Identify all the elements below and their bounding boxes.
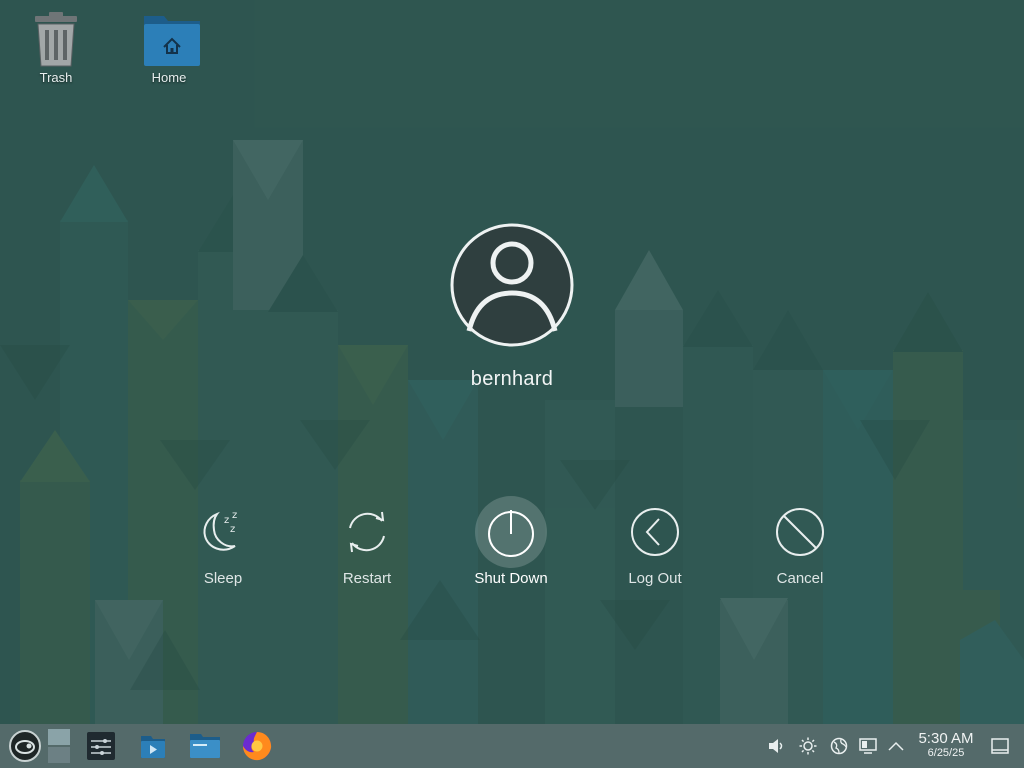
logout-dim-overlay <box>0 0 1024 724</box>
desktop-icon-home[interactable]: Home <box>124 12 214 85</box>
taskbar-app-system-settings[interactable] <box>84 724 118 768</box>
volume-button[interactable] <box>767 724 787 768</box>
digital-clock[interactable]: 5:30 AM 6/25/25 <box>906 730 986 760</box>
brightness-button[interactable] <box>797 724 819 768</box>
display-icon <box>859 738 877 754</box>
application-launcher-button[interactable] <box>6 724 44 768</box>
system-settings-icon <box>87 732 115 760</box>
brightness-icon <box>799 737 817 755</box>
taskbar <box>0 724 1024 768</box>
clock-date: 6/25/25 <box>927 747 965 759</box>
volume-icon <box>769 739 783 753</box>
log-out-button[interactable]: Log Out <box>600 496 710 587</box>
user-avatar <box>450 223 574 347</box>
restart-icon <box>349 511 385 553</box>
svg-text:z: z <box>232 510 237 521</box>
username-label: bernhard <box>470 368 554 390</box>
show-desktop-button[interactable] <box>988 724 1012 768</box>
taskbar-app-discover[interactable] <box>136 724 170 768</box>
cancel-label: Cancel <box>776 570 824 587</box>
logout-arrow-icon <box>631 508 679 556</box>
pager-icon <box>48 729 70 763</box>
opensuse-launcher-icon <box>9 730 41 762</box>
firefox-icon <box>243 732 272 761</box>
cancel-icon <box>776 508 824 556</box>
desktop-icon-label: Trash <box>39 70 73 85</box>
trash-icon <box>29 12 83 67</box>
sleep-label: Sleep <box>203 570 243 587</box>
sleep-button[interactable]: z z z Sleep <box>168 496 278 587</box>
power-icon <box>488 510 534 557</box>
shut-down-label: Shut Down <box>474 570 548 587</box>
restart-button[interactable]: Restart <box>312 496 422 587</box>
clock-time: 5:30 AM <box>918 730 974 747</box>
home-folder-icon <box>142 12 200 66</box>
taskbar-app-file-manager[interactable] <box>187 724 223 768</box>
display-button[interactable] <box>857 724 879 768</box>
desktop-icon-trash[interactable]: Trash <box>11 12 101 85</box>
expand-tray-icon <box>888 741 904 751</box>
cancel-button[interactable]: Cancel <box>745 496 855 587</box>
desktop-icon-label: Home <box>151 70 187 85</box>
restart-label: Restart <box>342 570 392 587</box>
svg-text:z: z <box>230 524 235 535</box>
network-button[interactable] <box>828 724 850 768</box>
sleep-moon-icon: z z z <box>203 510 237 551</box>
show-desktop-icon <box>991 738 1009 754</box>
shut-down-button[interactable]: Shut Down <box>456 496 566 587</box>
expand-system-tray-button[interactable] <box>886 724 906 768</box>
log-out-label: Log Out <box>628 570 682 587</box>
file-manager-icon <box>190 734 220 758</box>
discover-icon <box>141 736 165 758</box>
network-globe-icon <box>830 737 848 755</box>
svg-text:z: z <box>224 515 229 526</box>
taskbar-app-firefox[interactable] <box>239 724 275 768</box>
virtual-desktop-pager[interactable] <box>46 724 72 768</box>
